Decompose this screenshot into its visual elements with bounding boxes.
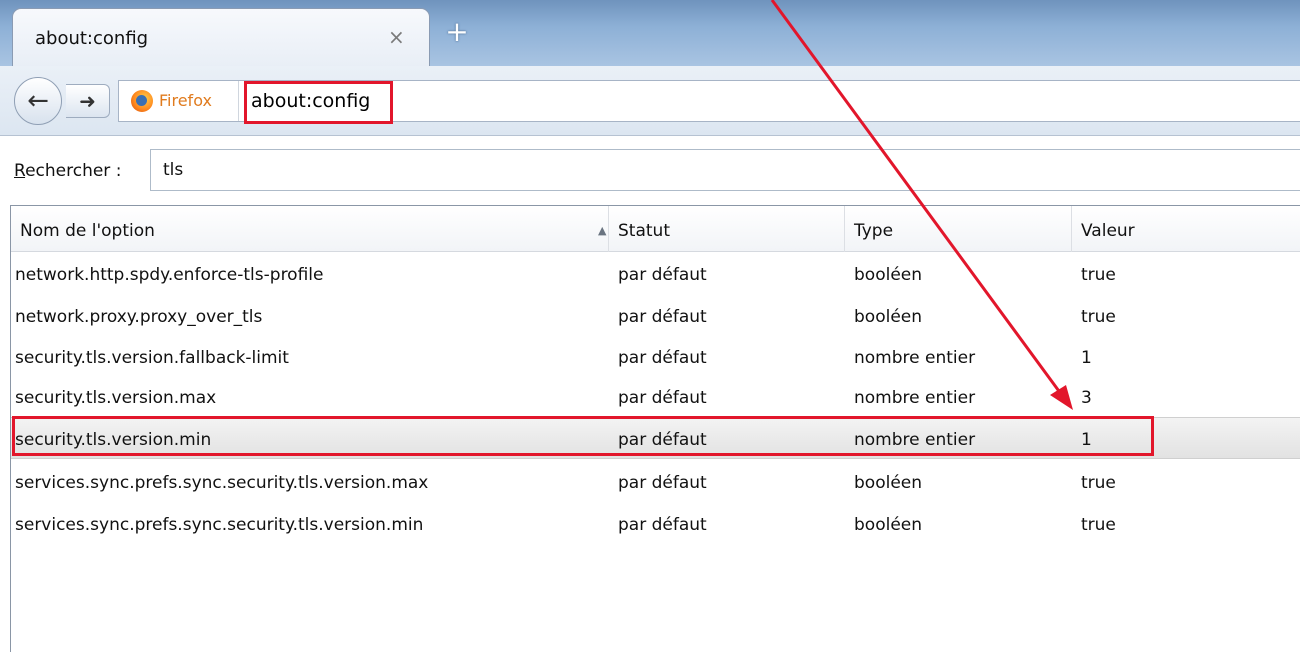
annotation-arrow-head bbox=[1050, 385, 1073, 410]
annotation-arrow-line bbox=[770, 0, 1066, 399]
annotation-arrow-icon bbox=[770, 0, 1073, 410]
